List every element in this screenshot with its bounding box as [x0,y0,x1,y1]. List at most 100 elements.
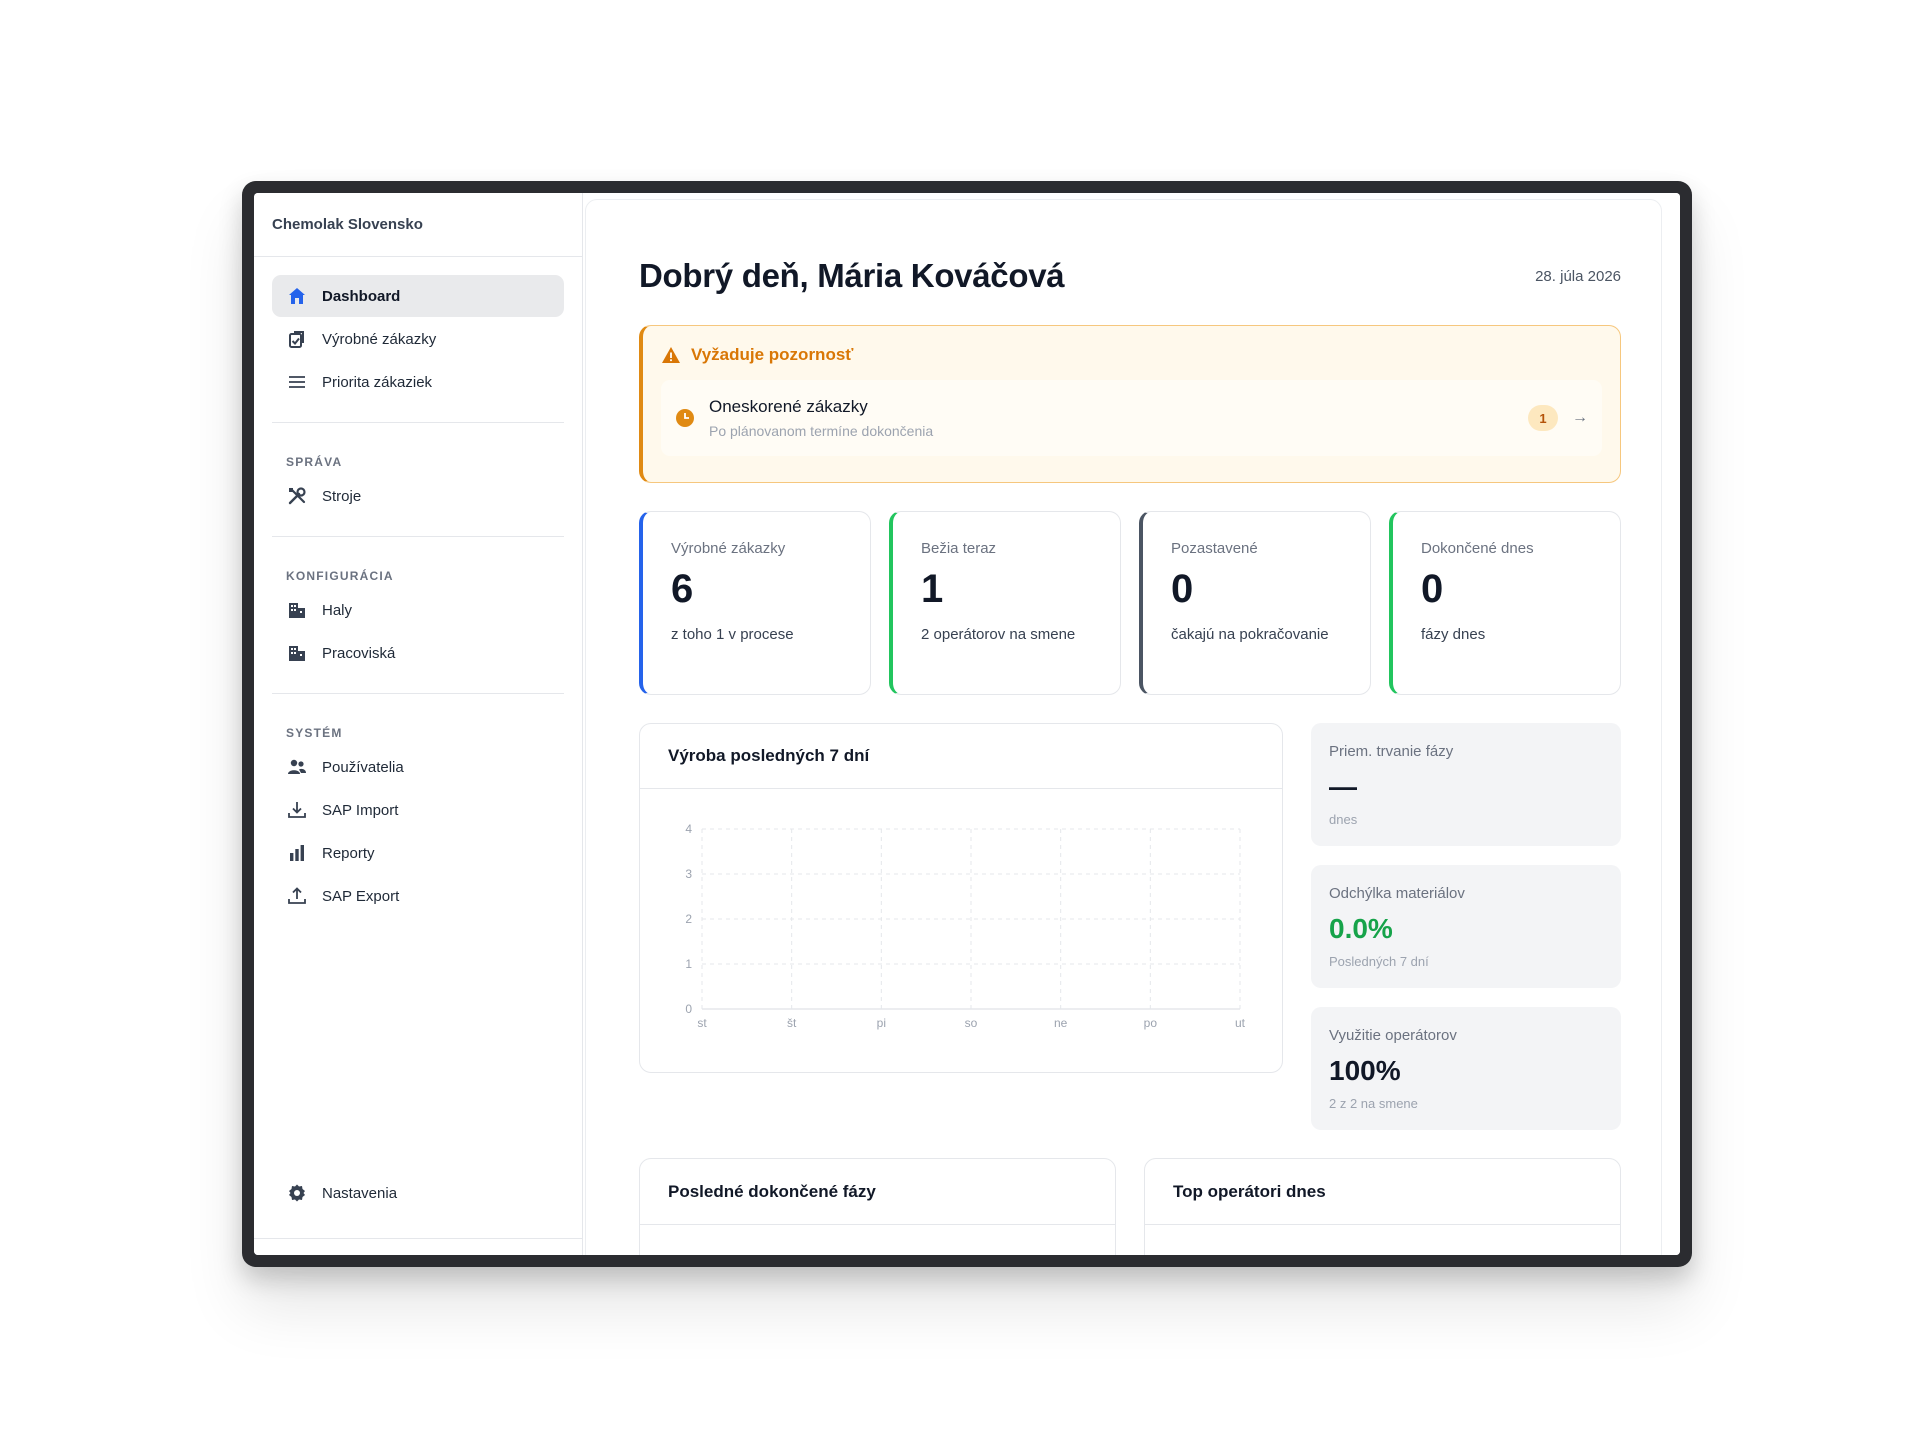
metric-subtitle: Posledných 7 dní [1329,954,1429,969]
production-chart-card: Výroba posledných 7 dní 0 1 2 3 4 st št pi so ne p… [639,723,1283,1073]
sidebar-item-label: Používatelia [322,758,404,776]
sidebar-item-haly[interactable]: Haly [272,589,564,631]
group-title: SPRÁVA [286,455,343,469]
device-frame: Chemolak Slovensko Dashboard Výrobné zák… [242,181,1692,1267]
sidebar-item-reporty[interactable]: Reporty [272,832,564,874]
sidebar-item-label: Reporty [322,844,375,862]
recent-phases-card: Posledné dokončené fázy [639,1158,1116,1255]
metric-value: — [1329,771,1357,802]
x-tick-label: št [787,1016,797,1030]
nav-main: Dashboard Výrobné zákazky Priorita zákaz… [272,257,564,423]
stat-subtitle: fázy dnes [1421,626,1486,643]
group-title: SYSTÉM [286,726,343,740]
sidebar-item-users[interactable]: Používatelia [272,746,564,788]
sidebar-item-priority[interactable]: Priorita zákaziek [272,361,564,403]
nav-group-sprava: SPRÁVA Stroje [272,423,564,537]
stat-card-paused[interactable]: Pozastavené 0 čakajú na pokračovanie [1139,511,1371,695]
y-tick-label: 1 [685,957,692,971]
chart-metrics-row: Výroba posledných 7 dní 0 1 2 3 4 st št pi so ne p… [639,723,1621,1130]
stat-label: Výrobné zákazky [671,540,786,557]
x-tick-label: ne [1054,1016,1068,1030]
sidebar-item-label: Haly [322,601,353,619]
y-tick-label: 3 [685,867,692,881]
sidebar-item-sap-import[interactable]: SAP Import [272,789,564,831]
metric-value: 100% [1329,1055,1401,1086]
sidebar-item-label: SAP Import [322,801,399,819]
stat-card-running[interactable]: Bežia teraz 1 2 operátorov na smene [889,511,1121,695]
alert-heading: Vyžaduje pozornosť [661,344,1602,366]
gear-icon [286,1182,308,1204]
stat-card-completed[interactable]: Dokončené dnes 0 fázy dnes [1389,511,1621,695]
sidebar-item-label: Výrobné zákazky [322,330,437,348]
divider [254,1238,582,1239]
sidebar-item-dashboard[interactable]: Dashboard [272,275,564,317]
brand-name: Chemolak Slovensko [254,193,582,257]
production-chart: 0 1 2 3 4 st št pi so ne po ut [685,822,1246,1030]
upload-icon [286,885,308,907]
group-title: KONFIGURÁCIA [286,569,394,583]
sidebar-item-pracoviska[interactable]: Pracoviská [272,632,564,674]
x-tick-label: st [697,1016,707,1030]
metrics-column: Priem. trvanie fázy — dnes Odchýlka mate… [1311,723,1621,1130]
home-icon [286,285,308,307]
arrow-right-icon[interactable]: → [1572,409,1588,427]
settings-section: Nastavenia [272,1172,564,1215]
bottom-cards-row: Posledné dokončené fázy Top operátori dn… [639,1158,1621,1255]
metric-label: Odchýlka materiálov [1329,885,1465,902]
sidebar-item-label: Dashboard [322,287,401,305]
late-orders-row[interactable]: Oneskorené zákazky Po plánovanom termíne… [661,380,1602,456]
sidebar-item-label: Priorita zákaziek [322,373,433,391]
stat-card-orders[interactable]: Výrobné zákazky 6 z toho 1 v procese [639,511,871,695]
y-tick-label: 2 [685,912,692,926]
x-tick-label: po [1144,1016,1158,1030]
stat-subtitle: z toho 1 v procese [671,626,794,643]
card-title: Top operátori dnes [1145,1159,1620,1225]
stat-value: 1 [921,567,944,611]
stat-label: Dokončené dnes [1421,540,1534,557]
metric-subtitle: 2 z 2 na smene [1329,1096,1418,1111]
current-date: 28. júla 2026 [1535,267,1621,285]
x-tick-label: ut [1235,1016,1246,1030]
users-icon [286,756,308,778]
sidebar-item-label: Stroje [322,487,362,505]
dashboard-content: Dobrý deň, Mária Kováčová 28. júla 2026 … [639,253,1621,1255]
stats-row: Výrobné zákazky 6 z toho 1 v procese Bež… [639,511,1621,695]
y-tick-label: 0 [685,1002,692,1016]
page-title: Dobrý deň, Mária Kováčová [639,257,1065,294]
nav-group-system: SYSTÉM Používatelia SAP Import Reporty S… [272,694,564,936]
sidebar-item-label: Pracoviská [322,644,396,662]
late-orders-title: Oneskorené zákazky [709,397,868,416]
stat-subtitle: 2 operátorov na smene [921,626,1076,643]
metric-material-deviation: Odchýlka materiálov 0.0% Posledných 7 dn… [1311,865,1621,988]
building-icon [286,642,308,664]
sidebar-item-stroje[interactable]: Stroje [272,475,564,517]
warning-icon [661,345,681,365]
x-tick-label: so [965,1016,978,1030]
stat-label: Bežia teraz [921,540,997,557]
main-area: Dobrý deň, Mária Kováčová 28. júla 2026 … [583,193,1680,1255]
metric-value: 0.0% [1329,913,1393,944]
sidebar-item-label: Nastavenia [322,1184,398,1202]
bar-chart-icon [286,842,308,864]
building-icon [286,599,308,621]
stat-subtitle: čakajú na pokračovanie [1171,626,1329,643]
sidebar-item-label: SAP Export [322,887,400,905]
top-operators-card: Top operátori dnes [1144,1158,1621,1255]
alert-title: Vyžaduje pozornosť [691,345,854,364]
stat-value: 0 [1171,567,1194,611]
sidebar-item-settings[interactable]: Nastavenia [272,1172,564,1214]
download-icon [286,799,308,821]
late-orders-text: Oneskorené zákazky Po plánovanom termíne… [709,397,1528,439]
orders-icon [286,328,308,350]
sidebar-item-sap-export[interactable]: SAP Export [272,875,564,917]
metric-subtitle: dnes [1329,812,1358,827]
x-tick-label: pi [877,1016,886,1030]
metric-label: Priem. trvanie fázy [1329,743,1454,760]
attention-alert: Vyžaduje pozornosť Oneskorené zákazky Po… [639,325,1621,483]
sidebar-item-orders[interactable]: Výrobné zákazky [272,318,564,360]
tools-icon [286,485,308,507]
late-orders-subtitle: Po plánovanom termíne dokončenia [709,423,934,439]
metric-label: Využitie operátorov [1329,1027,1457,1044]
stat-label: Pozastavené [1171,540,1258,557]
metric-operator-utilization: Využitie operátorov 100% 2 z 2 na smene [1311,1007,1621,1130]
